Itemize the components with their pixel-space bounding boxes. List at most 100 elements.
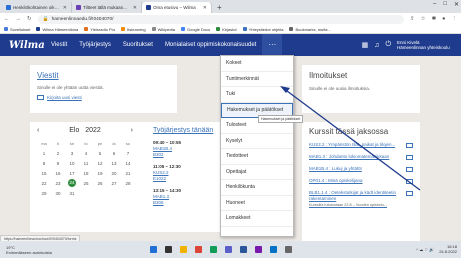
close-tab-icon[interactable]: ✕ [63,5,67,11]
wilma-logo[interactable]: Wilma [0,40,45,51]
calendar-day[interactable]: 23 [51,181,65,186]
calendar-day[interactable]: 14 [121,161,135,166]
course-item[interactable]: OP01.4 : Minä opiskelijana [309,178,413,184]
calendar-day-today[interactable]: 24 [68,179,76,187]
menu-item-opettajat[interactable]: Opettajat [221,165,293,180]
bell-icon[interactable]: ♫ [374,42,379,49]
write-message-link[interactable]: Kirjoita uusi viesti [37,95,170,100]
star-icon[interactable]: ☆ [421,16,426,22]
word-icon[interactable] [240,246,247,253]
course-item[interactable]: BLB1.1.4 : Oetekstutkijat ja kädt identi… [309,190,413,208]
calendar-day[interactable]: 15 [37,171,51,176]
calendar-day[interactable]: 18 [79,171,93,176]
bookmark-item[interactable]: Wikipedia [151,27,175,32]
power-icon[interactable]: ⏻ [385,41,391,49]
menu-item-huoneet[interactable]: Huoneet [221,196,293,211]
edge-icon[interactable] [210,246,217,253]
calendar-day[interactable]: 12 [93,161,107,166]
reload-icon[interactable]: ↻ [27,16,32,22]
calendar-day[interactable]: 20 [107,171,121,176]
bookmark-item[interactable]: Yhteystiedot ohjeita [242,27,283,32]
calendar-day[interactable]: 8 [37,161,51,166]
calendar-day[interactable]: 26 [93,181,107,186]
browser-tab-active[interactable]: Oma etusivu – Wilma ✕ [142,2,212,13]
menu-item-kyselyt[interactable]: Kyselyt [221,134,293,149]
close-tab-icon[interactable]: ✕ [203,5,207,11]
calendar-day[interactable]: 31 [65,191,79,196]
share-icon[interactable]: ⇪ [410,16,415,22]
calendar-day[interactable]: 13 [107,161,121,166]
more-menu-button[interactable]: ··· [262,34,283,56]
calendar-day[interactable]: 19 [93,171,107,176]
envelope-icon[interactable] [406,179,413,184]
outlook-icon[interactable] [270,246,277,253]
calendar-day[interactable]: 5 [93,151,107,156]
next-month-button[interactable]: › [131,127,133,134]
bookmark-item[interactable]: Kirjastot [216,27,237,32]
nav-viestit[interactable]: Viestit [45,34,73,56]
settings-icon[interactable] [285,246,292,253]
weather-widget[interactable]: 19°C Enimmäkseen aurinkoista [0,245,90,255]
bookmark-item[interactable]: Yleisradio Pro [84,27,115,32]
envelope-icon[interactable] [406,143,413,148]
clock-date[interactable]: 24.8.2022 [439,249,457,254]
chrome-icon[interactable] [195,246,202,253]
maximize-icon[interactable]: □ [443,1,447,8]
nav-suoritukset[interactable]: Suoritukset [117,34,159,56]
calendar-day[interactable]: 27 [107,181,121,186]
onenote-icon[interactable] [255,246,262,253]
extensions-icon[interactable]: ✱ [432,16,437,22]
minimize-icon[interactable]: – [433,1,436,8]
bookmark-item[interactable]: Sovellukset [4,27,30,32]
envelope-icon[interactable] [406,155,413,160]
browser-tab[interactable]: Henkilökohtainen oikeisto näkökan... ✕ [2,2,72,13]
calendar-day[interactable]: 28 [121,181,135,186]
course-name[interactable]: BLB1.1.4 : Oetekstutkijat ja kädt identi… [309,190,397,208]
envelope-icon[interactable] [406,167,413,172]
close-tab-icon[interactable]: ✕ [133,5,137,11]
nav-tyojarjestys[interactable]: Työjärjestys [73,34,117,56]
calendar-day[interactable]: 17 [65,171,79,176]
bookmark-item[interactable]: Itslearning [121,27,146,32]
calendar-day[interactable]: 25 [79,181,93,186]
wifi-icon[interactable]: ^ ☁ ⌔ 🔊 [416,247,434,252]
calendar-day[interactable]: 4 [79,151,93,156]
bookmark-item[interactable]: Bookmarks, muita... [289,27,331,32]
course-name[interactable]: MAB1.3 : Johdanto lukiomatematiikkaan [309,154,397,160]
calendar-day[interactable]: 11 [79,161,93,166]
calendar-day[interactable]: 6 [107,151,121,156]
search-icon[interactable] [165,246,172,253]
calendar-day[interactable]: 22 [37,181,51,186]
notifications-title[interactable]: Ilmoitukset [309,71,413,80]
menu-item-tiedotteet[interactable]: Tiedotteet [221,149,293,165]
calendar-day[interactable]: 7 [121,151,135,156]
calendar-day[interactable]: 30 [51,191,65,196]
calendar-day[interactable]: 21 [121,171,135,176]
course-name[interactable]: KUS2.2 : Ympäristön tilat, paikat ja til… [309,142,397,148]
user-info[interactable]: Enni Kivelä Hämeenlinnan yhteiskoulu [397,40,453,50]
back-icon[interactable]: ← [4,16,10,22]
menu-item-lomakkeet[interactable]: Lomakkeet [221,211,293,227]
menu-icon[interactable]: ⋮ [452,16,458,22]
close-window-icon[interactable]: ✕ [454,1,459,8]
url-input[interactable]: 🔒 hameenlinnaedu.fi/!0404070/ [37,14,405,24]
calendar-day[interactable]: 2 [51,151,65,156]
menu-item-tuntimerkinnat[interactable]: Tuntimerkinnät [221,72,293,87]
calendar-day[interactable]: 10 [65,161,79,166]
messages-title[interactable]: Viestit [37,71,170,80]
envelope-icon[interactable] [406,191,413,196]
profile-icon[interactable]: ● [442,16,445,22]
forward-icon[interactable]: → [16,16,22,22]
prev-month-button[interactable]: ‹ [37,127,39,134]
nav-monialaiset[interactable]: Monialaiset oppimiskokonaisuudet [159,34,262,56]
course-name[interactable]: MAB1B.4 : Lukuj ja yhtälöt [309,166,397,172]
file-explorer-icon[interactable] [180,246,187,253]
menu-item-kokeet[interactable]: Kokeet [221,56,293,72]
teams-icon[interactable] [225,246,232,253]
bookmark-item[interactable]: Wilma Hämeenlinna [36,27,78,32]
course-item[interactable]: KUS2.2 : Ympäristön tilat, paikat ja til… [309,142,413,148]
course-item[interactable]: MAB1.3 : Johdanto lukiomatematiikkaan [309,154,413,160]
menu-item-tuki[interactable]: Tuki [221,87,293,103]
new-tab-button[interactable]: + [212,2,227,13]
browser-tab[interactable]: Tiltteet tällä mukaan... ✕ [72,2,142,13]
